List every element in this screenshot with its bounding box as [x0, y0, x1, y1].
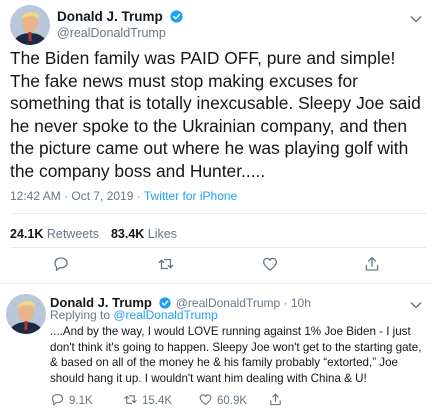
timestamp[interactable]: 12:42 AM · Oct 7, 2019 · [10, 189, 144, 203]
likes-label: Likes [147, 227, 177, 241]
source-link[interactable]: Twitter for iPhone [144, 189, 237, 203]
retweets-count: 24.1K [10, 227, 44, 241]
retweet-icon[interactable] [157, 255, 175, 278]
reply-tweet[interactable]: Donald J. Trump @realDonaldTrump · 10h R… [0, 290, 432, 408]
author-name-row: Donald J. Trump [57, 8, 183, 28]
retweet-icon [124, 395, 137, 404]
replying-to: Replying to @realDonaldTrump [50, 308, 218, 322]
avatar[interactable] [10, 5, 50, 45]
reply-count: 9.1K [69, 395, 93, 407]
likes-count: 83.4K [110, 227, 145, 241]
share-button[interactable] [268, 392, 287, 407]
reply-icon [51, 393, 64, 406]
retweet-button[interactable]: 15.4K [123, 392, 172, 407]
share-icon[interactable] [363, 255, 381, 278]
tweet-meta: 12:42 AM · Oct 7, 2019 · Twitter for iPh… [10, 189, 237, 203]
divider [10, 247, 426, 248]
caret-down-icon[interactable] [410, 296, 422, 314]
divider [0, 283, 432, 284]
reply-icon[interactable] [52, 255, 70, 278]
like-icon [199, 394, 212, 406]
like-button[interactable]: 60.9K [198, 392, 247, 407]
tweet-text: The Biden family was PAID OFF, pure and … [10, 48, 421, 181]
retweet-count: 15.4K [142, 395, 173, 407]
like-icon[interactable] [261, 255, 279, 278]
verified-badge-icon [170, 10, 183, 28]
avatar[interactable] [6, 294, 46, 334]
display-name[interactable]: Donald J. Trump [57, 9, 163, 24]
retweets-label: Retweets [46, 227, 99, 241]
handle[interactable]: @realDonaldTrump [57, 26, 166, 40]
reply-button[interactable]: 9.1K [50, 392, 93, 407]
replying-to-link[interactable]: @realDonaldTrump [113, 308, 217, 322]
likes-stat[interactable]: 83.4K Likes [111, 227, 177, 241]
action-bar [0, 255, 432, 277]
retweets-stat[interactable]: 24.1K Retweets [10, 227, 99, 241]
share-icon [270, 393, 281, 406]
caret-down-icon[interactable] [410, 10, 422, 28]
like-count: 60.9K [217, 395, 248, 407]
replying-prefix: Replying to [50, 308, 114, 322]
divider [10, 213, 426, 214]
engagement-stats: 24.1K Retweets 83.4K Likes [10, 227, 177, 241]
reply-text: ....And by the way, I would LOVE running… [50, 325, 422, 385]
